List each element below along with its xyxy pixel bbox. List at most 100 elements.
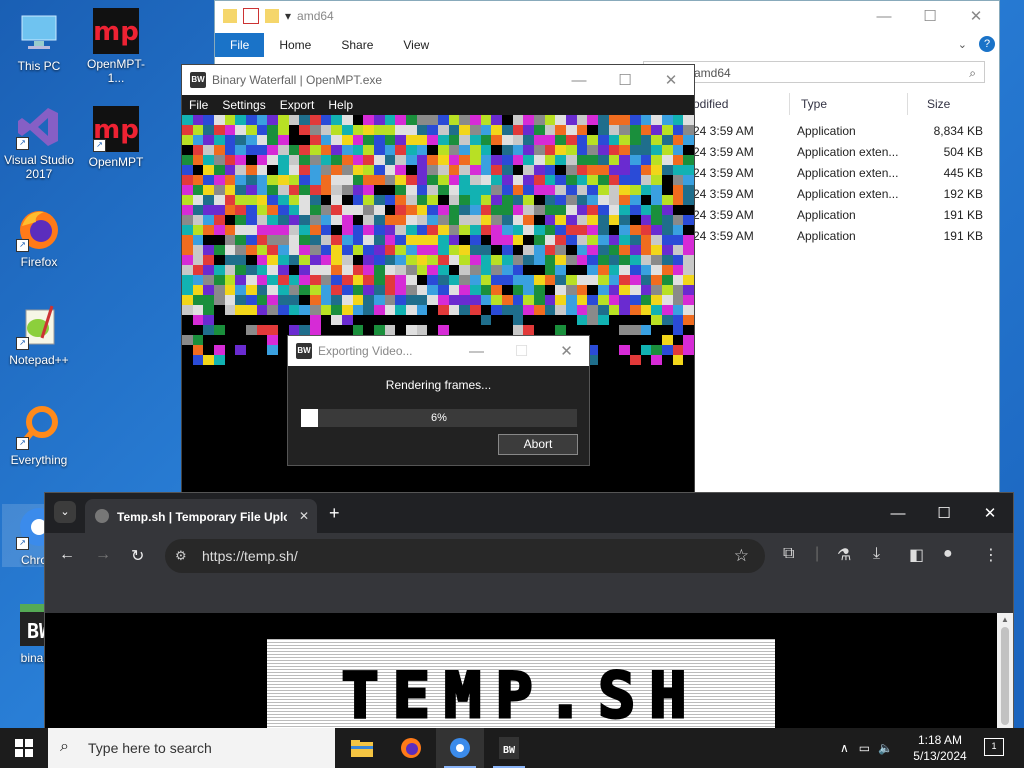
maximize-button[interactable]: ☐: [921, 493, 967, 533]
taskbar-file-explorer[interactable]: [338, 728, 386, 768]
file-row[interactable]: 24 3:59 AM Application 191 KB: [685, 229, 995, 250]
maximize-button[interactable]: ☐: [907, 1, 953, 31]
file-row[interactable]: 24 3:59 AM Application exten... 504 KB: [685, 145, 995, 166]
file-size: 445 KB: [943, 166, 983, 180]
shortcut-arrow-icon: ↗: [16, 537, 29, 550]
notification-center-icon[interactable]: 1: [984, 738, 1004, 756]
download-icon[interactable]: ⤓: [873, 545, 880, 563]
column-type[interactable]: Type: [797, 97, 919, 111]
desktop-icon-openmpt-folder[interactable]: mp OpenMPT-1...: [79, 8, 153, 85]
abort-button[interactable]: Abort: [498, 434, 578, 455]
browser-tab[interactable]: Temp.sh | Temporary File Uplo... ✕: [85, 499, 317, 533]
page-scrollbar[interactable]: ▲: [997, 613, 1013, 729]
tab-search-button[interactable]: ⌄: [54, 501, 76, 523]
bookmark-star-icon[interactable]: ☆: [734, 546, 749, 566]
desktop-icon-visual-studio[interactable]: ↗ Visual Studio 2017: [2, 104, 76, 181]
ribbon-tabs: File Home Share View ⌄ ?: [215, 31, 999, 57]
file-row[interactable]: 24 3:59 AM Application exten... 192 KB: [685, 187, 995, 208]
expand-ribbon-icon[interactable]: ⌄: [958, 38, 967, 51]
file-date: 24 3:59 AM: [693, 229, 754, 243]
progress-bar: 6%: [301, 409, 577, 427]
folder-icon: [351, 740, 373, 757]
desktop-icon-label: Everything: [10, 453, 68, 467]
file-type: Application: [797, 229, 856, 243]
taskbar-binary-waterfall[interactable]: BW: [485, 728, 533, 768]
close-button[interactable]: ✕: [967, 493, 1013, 533]
back-icon[interactable]: ←: [59, 546, 75, 564]
status-message: Rendering frames...: [385, 378, 492, 392]
file-type: Application: [797, 208, 856, 222]
volume-muted-icon[interactable]: 🔈: [878, 741, 893, 755]
desktop-icon-label: OpenMPT-1...: [86, 57, 146, 85]
column-size[interactable]: Size: [919, 97, 995, 111]
folder-icon: [223, 9, 237, 23]
maximize-button[interactable]: ☐: [499, 336, 544, 366]
system-tray: ∧ ▭ 🔈: [840, 728, 893, 768]
desktop-icon-label: Visual Studio 2017: [4, 153, 74, 181]
shortcut-arrow-icon: ↗: [16, 337, 29, 350]
desktop-icon-openmpt[interactable]: mp ↗ OpenMPT: [79, 106, 153, 169]
toolbar-divider: |: [815, 545, 820, 562]
desktop-icon-notepad-plus-plus[interactable]: ↗ Notepad++: [2, 304, 76, 367]
file-size: 504 KB: [943, 145, 983, 159]
tab-view[interactable]: View: [388, 33, 444, 57]
forward-icon[interactable]: →: [95, 546, 111, 564]
taskbar-chrome[interactable]: [436, 728, 484, 768]
shortcut-arrow-icon: ↗: [16, 437, 29, 450]
search-icon[interactable]: ⌕: [969, 62, 976, 84]
file-row[interactable]: 24 3:59 AM Application exten... 445 KB: [685, 166, 995, 187]
address-bar[interactable]: ⚙ https://temp.sh/ ☆: [165, 539, 765, 573]
taskbar-search-box[interactable]: ⌕ Type here to search: [48, 728, 335, 768]
side-panel-icon[interactable]: ◧: [909, 545, 924, 565]
help-icon[interactable]: ?: [979, 36, 995, 52]
file-row[interactable]: 24 3:59 AM Application 8,834 KB: [685, 124, 995, 145]
menu-file[interactable]: File: [182, 98, 215, 112]
profile-avatar-icon[interactable]: ●: [943, 545, 953, 563]
minimize-button[interactable]: —: [556, 65, 602, 95]
new-tab-button[interactable]: +: [329, 503, 340, 524]
column-date-modified[interactable]: odified: [685, 97, 797, 111]
close-tab-icon[interactable]: ✕: [299, 509, 309, 523]
more-menu-icon[interactable]: ⋮: [983, 545, 999, 565]
search-icon: ⌕: [60, 738, 69, 755]
reload-icon[interactable]: ↻: [131, 546, 144, 566]
export-progress-dialog: BW Exporting Video... — ☐ ✕ Rendering fr…: [287, 335, 590, 466]
maximize-button[interactable]: ☐: [602, 65, 648, 95]
file-type: Application exten...: [797, 166, 899, 180]
scrollbar-thumb[interactable]: [1001, 627, 1009, 725]
clock[interactable]: 1:18 AM 5/13/2024: [905, 732, 975, 764]
file-row[interactable]: 24 3:59 AM Application 191 KB: [685, 208, 995, 229]
menu-help[interactable]: Help: [321, 98, 360, 112]
show-hidden-icons-icon[interactable]: ∧: [840, 741, 849, 755]
desktop-icon-everything[interactable]: ↗ Everything: [2, 404, 76, 467]
scroll-up-icon[interactable]: ▲: [1001, 615, 1009, 624]
desktop-icon-this-pc[interactable]: This PC: [2, 10, 76, 73]
close-button[interactable]: ✕: [544, 336, 589, 366]
tab-share[interactable]: Share: [326, 33, 388, 57]
bookmarks-bar: [45, 579, 1013, 614]
start-button[interactable]: [0, 728, 48, 768]
close-button[interactable]: ✕: [648, 65, 694, 95]
tab-home[interactable]: Home: [264, 33, 326, 57]
minimize-button[interactable]: —: [861, 1, 907, 31]
extensions-icon[interactable]: ⧉: [783, 545, 794, 563]
labs-flask-icon[interactable]: ⚗: [837, 545, 851, 565]
file-type: Application: [797, 124, 856, 138]
properties-icon[interactable]: [243, 8, 259, 24]
folder-icon: [265, 9, 279, 23]
network-icon[interactable]: ▭: [859, 741, 870, 755]
menu-settings[interactable]: Settings: [215, 98, 272, 112]
minimize-button[interactable]: —: [875, 493, 921, 533]
site-info-icon[interactable]: ⚙: [175, 548, 187, 564]
file-date: 24 3:59 AM: [693, 124, 754, 138]
menu-export[interactable]: Export: [273, 98, 322, 112]
desktop-icon-firefox[interactable]: ↗ Firefox: [2, 206, 76, 269]
tab-file[interactable]: File: [215, 33, 265, 57]
close-button[interactable]: ✕: [953, 1, 999, 31]
taskbar-firefox[interactable]: [387, 728, 435, 768]
dropdown-arrow-icon[interactable]: ▾: [285, 9, 291, 23]
tab-strip: ⌄ Temp.sh | Temporary File Uplo... ✕ + —…: [45, 493, 1013, 533]
minimize-button[interactable]: —: [454, 336, 499, 366]
binary-waterfall-icon: BW: [296, 343, 312, 359]
chrome-window: ⌄ Temp.sh | Temporary File Uplo... ✕ + —…: [44, 492, 1014, 730]
